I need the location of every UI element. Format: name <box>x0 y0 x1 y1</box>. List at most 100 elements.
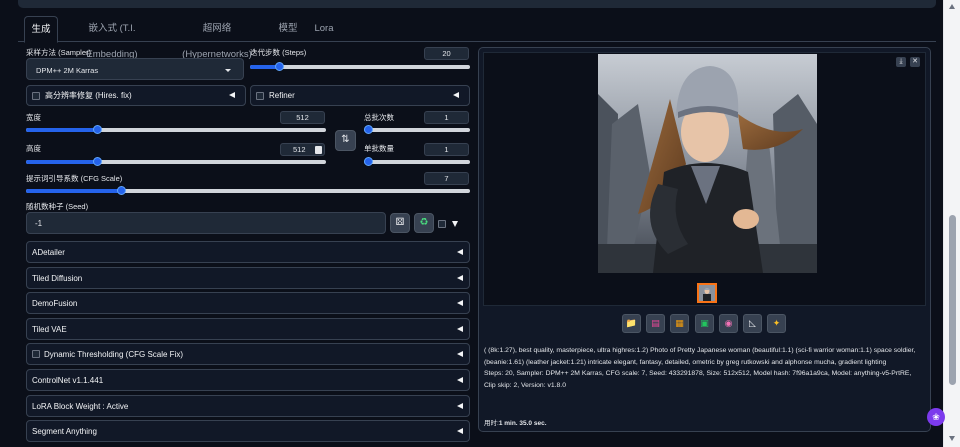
scroll-down-icon[interactable] <box>949 436 955 441</box>
seed-value: -1 <box>35 219 43 228</box>
time-value: 1 min. 35.0 sec. <box>498 420 547 427</box>
accordion-label: Segment Anything <box>32 427 97 437</box>
collapse-arrow-icon[interactable] <box>457 274 463 281</box>
reuse-seed-button[interactable]: ♻ <box>414 213 434 233</box>
collapse-arrow-icon[interactable] <box>457 351 463 358</box>
sampler-dropdown[interactable]: DPM++ 2M Karras <box>26 58 244 80</box>
accordion-label: Tiled Diffusion <box>32 273 83 283</box>
width-slider[interactable] <box>26 125 326 135</box>
steps-slider-handle[interactable] <box>275 62 284 71</box>
width-label: 宽度 <box>26 113 41 122</box>
scroll-up-icon[interactable] <box>949 4 955 9</box>
extra-seed-checkbox[interactable] <box>438 220 446 228</box>
main-tabs: 生成 嵌入式 (T.I. Embedding) 超网络 (Hypernetwor… <box>18 16 936 60</box>
collapse-arrow-icon[interactable] <box>457 325 463 332</box>
tab-lora[interactable]: Lora <box>310 16 338 42</box>
steps-slider[interactable] <box>250 62 470 72</box>
output-panel: ⤓ ✕ 📁 ▤ ▦ ▣ ◉ ◺ ✦ ( (8k:1.27), best qual… <box>478 47 931 432</box>
steps-input[interactable]: 20 <box>424 47 469 60</box>
time-taken: 用时:1 min. 35.0 sec. <box>484 417 547 427</box>
scrollbar-thumb[interactable] <box>949 215 956 385</box>
gallery-thumbnail[interactable] <box>697 283 717 303</box>
collapse-arrow-icon[interactable] <box>229 92 235 98</box>
seed-label: 随机数种子 (Seed) <box>26 202 89 211</box>
accordion-adetailer[interactable]: ADetailer <box>26 241 470 263</box>
refiner-accordion[interactable]: Refiner <box>250 85 470 106</box>
generation-settings: 采样方法 (Sampler) DPM++ 2M Karras 迭代步数 (Ste… <box>22 43 474 447</box>
accordion-checkbox[interactable] <box>32 350 40 359</box>
save-button[interactable]: ▤ <box>646 314 665 333</box>
hires-fix-accordion[interactable]: 高分辨率修复 (Hires. fix) <box>26 85 246 106</box>
batch-size-input[interactable]: 1 <box>424 143 469 156</box>
send-to-img2img-button[interactable]: ▣ <box>695 314 714 333</box>
refiner-label: Refiner <box>269 91 295 100</box>
accordion-controlnet-v1-1-441[interactable]: ControlNet v1.1.441 <box>26 369 470 391</box>
cfg-slider-fill <box>26 189 121 193</box>
accordion-label: Dynamic Thresholding (CFG Scale Fix) <box>44 350 184 360</box>
accordion-segment-anything[interactable]: Segment Anything <box>26 420 470 443</box>
random-seed-button[interactable]: ⚄ <box>390 213 410 233</box>
swap-dimensions-button[interactable]: ⇅ <box>335 130 356 151</box>
open-folder-button[interactable]: 📁 <box>622 314 641 333</box>
collapse-arrow-icon[interactable] <box>457 377 463 383</box>
page-scrollbar[interactable] <box>943 0 960 447</box>
send-to-inpaint-button[interactable]: ◉ <box>719 314 738 333</box>
accordion-tiled-diffusion[interactable]: Tiled Diffusion <box>26 266 470 289</box>
tab-generate[interactable]: 生成 <box>24 16 58 43</box>
close-icon[interactable]: ✕ <box>910 57 920 67</box>
cfg-slider-handle[interactable] <box>117 186 126 195</box>
cfg-input[interactable]: 7 <box>424 172 469 185</box>
tab-hypernetworks[interactable]: 超网络 (Hypernetworks) <box>168 16 266 60</box>
hires-fix-label: 高分辨率修复 (Hires. fix) <box>45 91 132 100</box>
accordion-dynamic-thresholding-cfg-scale-fix[interactable]: Dynamic Thresholding (CFG Scale Fix) <box>26 343 470 366</box>
steps-label: 迭代步数 (Steps) <box>250 48 307 57</box>
send-to-extras-button[interactable]: ◺ <box>743 314 762 333</box>
recycle-icon: ♻ <box>419 217 429 228</box>
height-slider-handle[interactable] <box>93 157 102 166</box>
batch-count-input[interactable]: 1 <box>424 111 469 124</box>
tab-embedding[interactable]: 嵌入式 (T.I. Embedding) <box>62 16 162 60</box>
accordion-label: DemoFusion <box>32 299 78 309</box>
batch-count-label: 总批次数 <box>364 113 394 122</box>
width-input[interactable]: 512 <box>280 111 325 124</box>
image-gallery: ⤓ ✕ <box>483 52 926 306</box>
top-strip <box>18 0 936 8</box>
refiner-checkbox[interactable] <box>256 92 264 100</box>
batch-count-slider-handle[interactable] <box>364 125 373 134</box>
height-input[interactable]: 512 <box>280 143 325 156</box>
archive-icon: ▦ <box>675 318 684 328</box>
batch-size-slider-handle[interactable] <box>364 157 373 166</box>
collapse-arrow-icon[interactable] <box>457 428 463 435</box>
accordion-demofusion[interactable]: DemoFusion <box>26 292 470 315</box>
seed-input[interactable]: -1 <box>26 212 386 234</box>
batch-count-slider[interactable] <box>364 125 470 135</box>
floppy-disk-icon: ▤ <box>651 318 660 328</box>
width-slider-fill <box>26 128 97 132</box>
prompt-text: ( (8k:1.27), best quality, masterpiece, … <box>484 347 916 366</box>
collapse-arrow-icon[interactable] <box>457 249 463 255</box>
dice-icon: ⚄ <box>395 217 405 228</box>
accordion-label: LoRA Block Weight : Active <box>32 401 129 411</box>
send-to-upscale-button[interactable]: ✦ <box>767 314 786 333</box>
sampler-label: 采样方法 (Sampler) <box>26 48 92 57</box>
cfg-label: 提示词引导系数 (CFG Scale) <box>26 174 123 183</box>
accordion-tiled-vae[interactable]: Tiled VAE <box>26 317 470 340</box>
expand-arrow-icon[interactable] <box>452 221 458 227</box>
cfg-slider[interactable] <box>26 186 470 196</box>
collapse-arrow-icon[interactable] <box>457 300 463 307</box>
collapse-arrow-icon[interactable] <box>457 402 463 409</box>
tab-models[interactable]: 模型 <box>274 16 302 42</box>
height-slider[interactable] <box>26 157 326 167</box>
zip-button[interactable]: ▦ <box>670 314 689 333</box>
stepper-icon[interactable] <box>315 146 322 154</box>
accordion-lora-block-weight-active[interactable]: LoRA Block Weight : Active <box>26 394 470 417</box>
download-icon[interactable]: ⤓ <box>896 57 906 67</box>
batch-size-slider[interactable] <box>364 157 470 167</box>
palette-icon: ◉ <box>724 318 733 328</box>
generated-image[interactable] <box>598 54 817 273</box>
hires-fix-checkbox[interactable] <box>32 92 40 100</box>
height-value: 512 <box>293 145 306 154</box>
width-slider-handle[interactable] <box>93 125 102 134</box>
collapse-arrow-icon[interactable] <box>453 92 459 98</box>
assistant-icon[interactable]: ❀ <box>927 408 945 426</box>
